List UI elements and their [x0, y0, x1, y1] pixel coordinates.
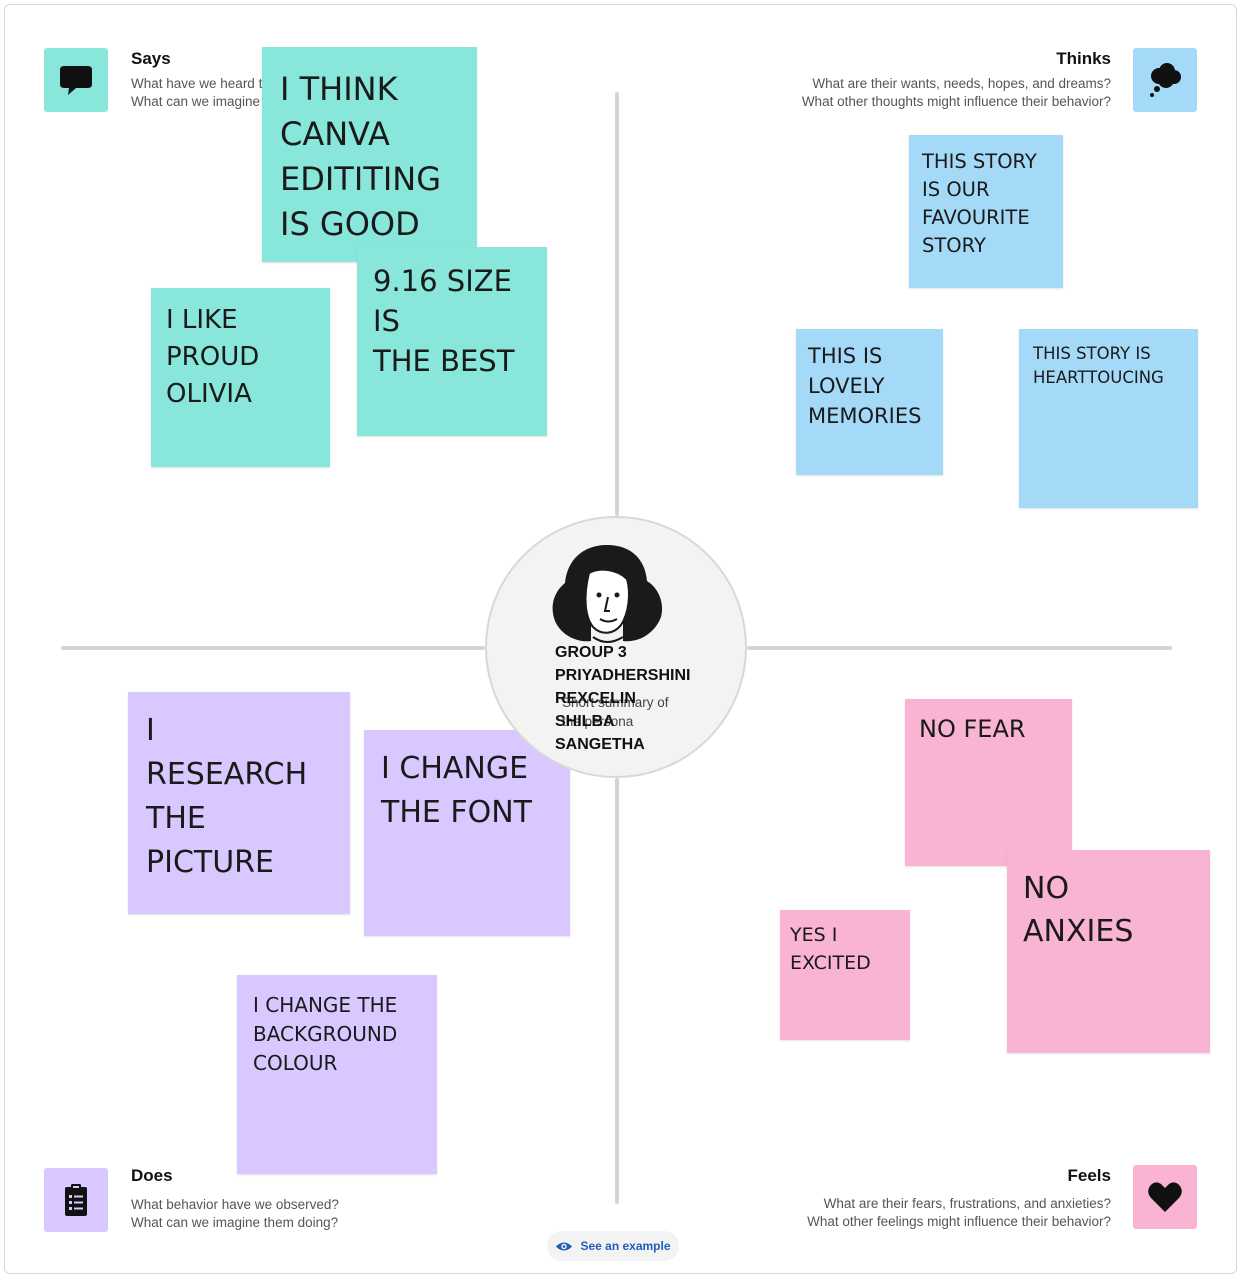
does-title: Does: [131, 1166, 173, 1185]
sticky-note-does-2[interactable]: I CHANGE THE FONT: [364, 730, 570, 936]
thinks-title: Thinks: [1056, 49, 1111, 68]
does-subtitle: What behavior have we observed? What can…: [131, 1197, 339, 1230]
sticky-note-feels-1[interactable]: NO FEAR: [905, 699, 1072, 866]
sticky-note-does-1[interactable]: I RESEARCH THE PICTURE: [128, 692, 350, 914]
sticky-note-thinks-2[interactable]: THIS IS LOVELY MEMORIES: [796, 329, 943, 475]
clipboard-icon: [65, 1184, 87, 1216]
speech-bubble-icon: [60, 66, 92, 95]
thinks-subtitle: What are their wants, needs, hopes, and …: [801, 76, 1111, 109]
horizontal-axis-right: [747, 646, 1172, 650]
sticky-note-feels-3[interactable]: YES I EXCITED: [780, 910, 910, 1040]
thinks-icon-box: [1133, 48, 1197, 112]
sticky-note-says-2[interactable]: 9.16 SIZE IS THE BEST: [357, 247, 547, 436]
heart-icon: [1148, 1182, 1182, 1212]
persona-avatar-icon: [552, 545, 663, 643]
feels-title: Feels: [1067, 1166, 1111, 1185]
sticky-note-thinks-1[interactable]: THIS STORY IS OUR FAVOURITE STORY: [909, 135, 1063, 288]
says-title: Says: [131, 49, 171, 68]
see-example-button[interactable]: See an example: [547, 1231, 679, 1261]
horizontal-axis-left: [61, 646, 485, 650]
feels-icon-box: [1133, 1165, 1197, 1229]
feels-subtitle: What are their fears, frustrations, and …: [807, 1196, 1111, 1229]
thought-cloud-icon: [1150, 63, 1181, 97]
vertical-axis-top: [615, 92, 619, 516]
sticky-note-does-3[interactable]: I CHANGE THE BACKGROUND COLOUR: [237, 975, 437, 1174]
persona-names[interactable]: GROUP 3 PRIYADHERSHINI REXCELIN SHILBA S…: [555, 641, 690, 756]
vertical-axis-bottom: [615, 778, 619, 1204]
says-icon-box: [44, 48, 108, 112]
sticky-note-says-3[interactable]: I LIKE PROUD OLIVIA: [151, 288, 330, 467]
eye-icon: [556, 1241, 573, 1251]
sticky-note-feels-2[interactable]: NO ANXIES: [1007, 850, 1210, 1053]
sticky-note-thinks-3[interactable]: THIS STORY IS HEARTTOUCING: [1019, 329, 1198, 508]
sticky-note-says-1[interactable]: I THINK CANVA EDITITING IS GOOD: [262, 47, 477, 262]
does-icon-box: [44, 1168, 108, 1232]
see-example-label: See an example: [580, 1239, 671, 1253]
